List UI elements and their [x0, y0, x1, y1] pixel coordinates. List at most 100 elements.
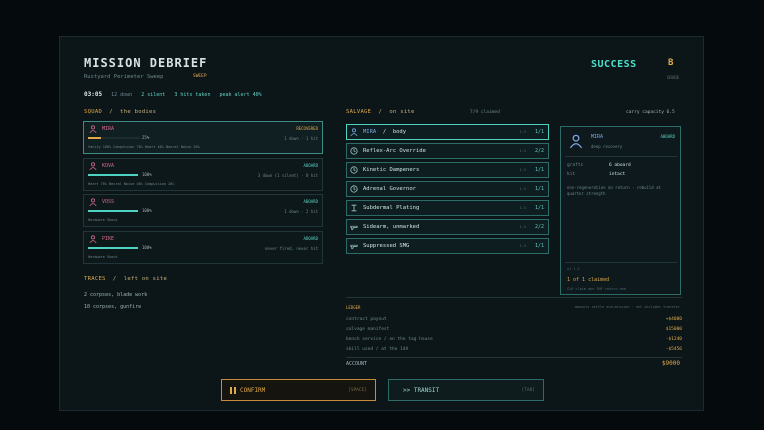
salvage-title: SALVAGE — [346, 109, 372, 115]
confirm-label: CONFIRM — [240, 387, 266, 394]
salvage-item-weight: 1.5 — [519, 168, 526, 172]
confirm-key: [SPACE] — [348, 388, 367, 393]
member-traits: Hardware Shock — [88, 218, 118, 222]
stat-silent: 2 silent — [141, 92, 166, 98]
squad-title: SQUAD — [84, 109, 103, 115]
ledger-label: bench service / on the tag house — [346, 337, 433, 342]
squad-card-voss[interactable]: VOSS ABOARD 100% 1 down · 2 hit Hardware… — [83, 194, 323, 227]
traces-subtitle: left on site — [123, 276, 168, 282]
ledger-row: bench service / on the tag house -$1240 — [346, 337, 682, 342]
detail-desc: deep recovery — [591, 144, 623, 149]
detail-row-key: kit — [567, 172, 576, 177]
mission-name: Rustyard Perimeter Sweep — [84, 74, 164, 80]
account-label: ACCOUNT — [346, 361, 368, 367]
squad-subtitle: the bodies — [120, 109, 157, 115]
trace-line: 2 corpses, blade work — [84, 292, 148, 298]
squad-card-pike[interactable]: PIKE ABOARD 100% never fired, never hit … — [83, 231, 323, 264]
squad-card-kova[interactable]: KOVA ABOARD 100% 3 down (1 silent) · 0 h… — [83, 158, 323, 191]
detail-name: MIRA — [591, 134, 604, 140]
mission-time: 03:05 — [84, 91, 103, 98]
salvage-item-weight: 1.5 — [519, 225, 526, 229]
health-pct: 25% — [142, 135, 150, 140]
salvage-item-count: 2/2 — [534, 224, 544, 230]
salvage-item-count: 2/2 — [534, 148, 544, 154]
page-title: MISSION DEBRIEF — [84, 56, 208, 70]
squad-card-mira[interactable]: MIRA RECOVERED 25% 1 down · 1 hit Vanity… — [83, 121, 323, 154]
divider — [565, 262, 677, 263]
member-name: MIRA — [102, 126, 115, 132]
salvage-item-subdermal[interactable]: Subdermal Plating 1.5 1/1 — [346, 200, 549, 216]
trace-line: 10 corpses, gunfire — [84, 304, 142, 310]
mission-stats: 03:05 12 down 2 silent 3 hits taken peak… — [84, 91, 262, 98]
member-wounds: 1 down · 2 hit — [284, 209, 318, 214]
debrief-panel: MISSION DEBRIEF Rustyard Perimeter Sweep… — [59, 36, 704, 411]
ledger-value: +$4000 — [665, 317, 682, 322]
member-status: RECOVERED — [296, 126, 318, 131]
ledger-value: $15000 — [665, 327, 682, 332]
plate-icon — [351, 204, 357, 212]
salvage-item-weight: 1.5 — [519, 187, 526, 191]
squad-header: SQUAD / the bodies — [84, 109, 157, 115]
person-icon — [350, 128, 358, 136]
salvage-item-count: 1/1 — [534, 243, 544, 249]
detail-row-value: 6 aboard — [609, 163, 631, 168]
ledger-label: contract payout — [346, 317, 387, 322]
member-status: ABOARD — [303, 236, 318, 241]
clock-icon — [350, 185, 358, 193]
detail-hint: CLR claim one SHF return one — [567, 287, 627, 291]
health-pct: 100% — [142, 172, 152, 177]
health-bar — [88, 210, 138, 212]
salvage-item-sidearm[interactable]: Sidearm, unmarked 1.5 2/2 — [346, 219, 549, 235]
salvage-item-label: Adrenal Governor — [363, 186, 416, 192]
ledger-row: contract payout +$4000 — [346, 317, 682, 322]
salvage-item-mira-body[interactable]: MIRA / body 1.5 1/1 — [346, 124, 549, 140]
member-name: PIKE — [102, 236, 115, 242]
ledger-row: skill used / at the 14A -$5456 — [346, 347, 682, 352]
person-icon — [89, 198, 97, 206]
salvage-item-adrenal[interactable]: Adrenal Governor 1.5 1/1 — [346, 181, 549, 197]
health-bar — [88, 247, 138, 249]
salvage-item-count: 1/1 — [534, 129, 544, 135]
transit-label: >> TRANSIT — [403, 387, 440, 394]
detail-note: non-regeneration on return · rebuild at … — [567, 185, 661, 196]
salvage-item-kinetic[interactable]: Kinetic Dampeners 1.5 1/1 — [346, 162, 549, 178]
detail-weight: x1 1.5 — [567, 267, 580, 271]
transit-button[interactable]: >> TRANSIT [TAB] — [388, 379, 544, 401]
result-badge: SUCCESS — [591, 59, 637, 70]
grade-label: GRADE — [667, 75, 680, 80]
health-bar — [88, 174, 138, 176]
confirm-button[interactable]: CONFIRM [SPACE] — [221, 379, 376, 401]
ledger-value: -$5456 — [665, 347, 682, 352]
ledger-row: salvage manifest $15000 — [346, 327, 682, 332]
clock-icon — [350, 147, 358, 155]
salvage-item-reflex-arc[interactable]: Reflex-Arc Override 1.5 2/2 — [346, 143, 549, 159]
salvage-header: SALVAGE / on site — [346, 109, 415, 115]
salvage-item-label: Reflex-Arc Override — [363, 148, 426, 154]
transit-key: [TAB] — [521, 388, 535, 393]
salvage-item-smg[interactable]: Suppressed SMG 1.5 1/1 — [346, 238, 549, 254]
ledger-title: LEDGER — [346, 305, 361, 310]
pause-icon — [230, 387, 236, 394]
detail-status: ABOARD — [660, 134, 675, 139]
person-icon — [89, 162, 97, 170]
member-name: KOVA — [102, 163, 115, 169]
ledger-value: -$1240 — [665, 337, 682, 342]
salvage-item-label: Subdermal Plating — [363, 205, 420, 211]
divider — [565, 156, 677, 157]
salvage-item-name: MIRA — [363, 129, 377, 135]
salvage-item-label: Sidearm, unmarked — [363, 224, 420, 230]
stat-hits: 3 hits taken — [174, 92, 211, 98]
ledger-label: salvage manifest — [346, 327, 390, 332]
salvage-item-count: 1/1 — [534, 186, 544, 192]
member-wounds: 3 down (1 silent) · 0 hit — [257, 173, 318, 178]
stat-downs: 12 down — [111, 92, 133, 98]
detail-claimed: 1 of 1 claimed — [567, 277, 610, 283]
salvage-item-count: 1/1 — [534, 167, 544, 173]
member-status: ABOARD — [303, 199, 318, 204]
person-icon — [89, 235, 97, 243]
account-value: $9000 — [661, 360, 680, 367]
salvage-item-weight: 1.5 — [519, 130, 526, 134]
member-traits: Hardware Shock — [88, 255, 118, 259]
salvage-item-label: Kinetic Dampeners — [363, 167, 420, 173]
salvage-item-sub: body — [392, 129, 407, 135]
